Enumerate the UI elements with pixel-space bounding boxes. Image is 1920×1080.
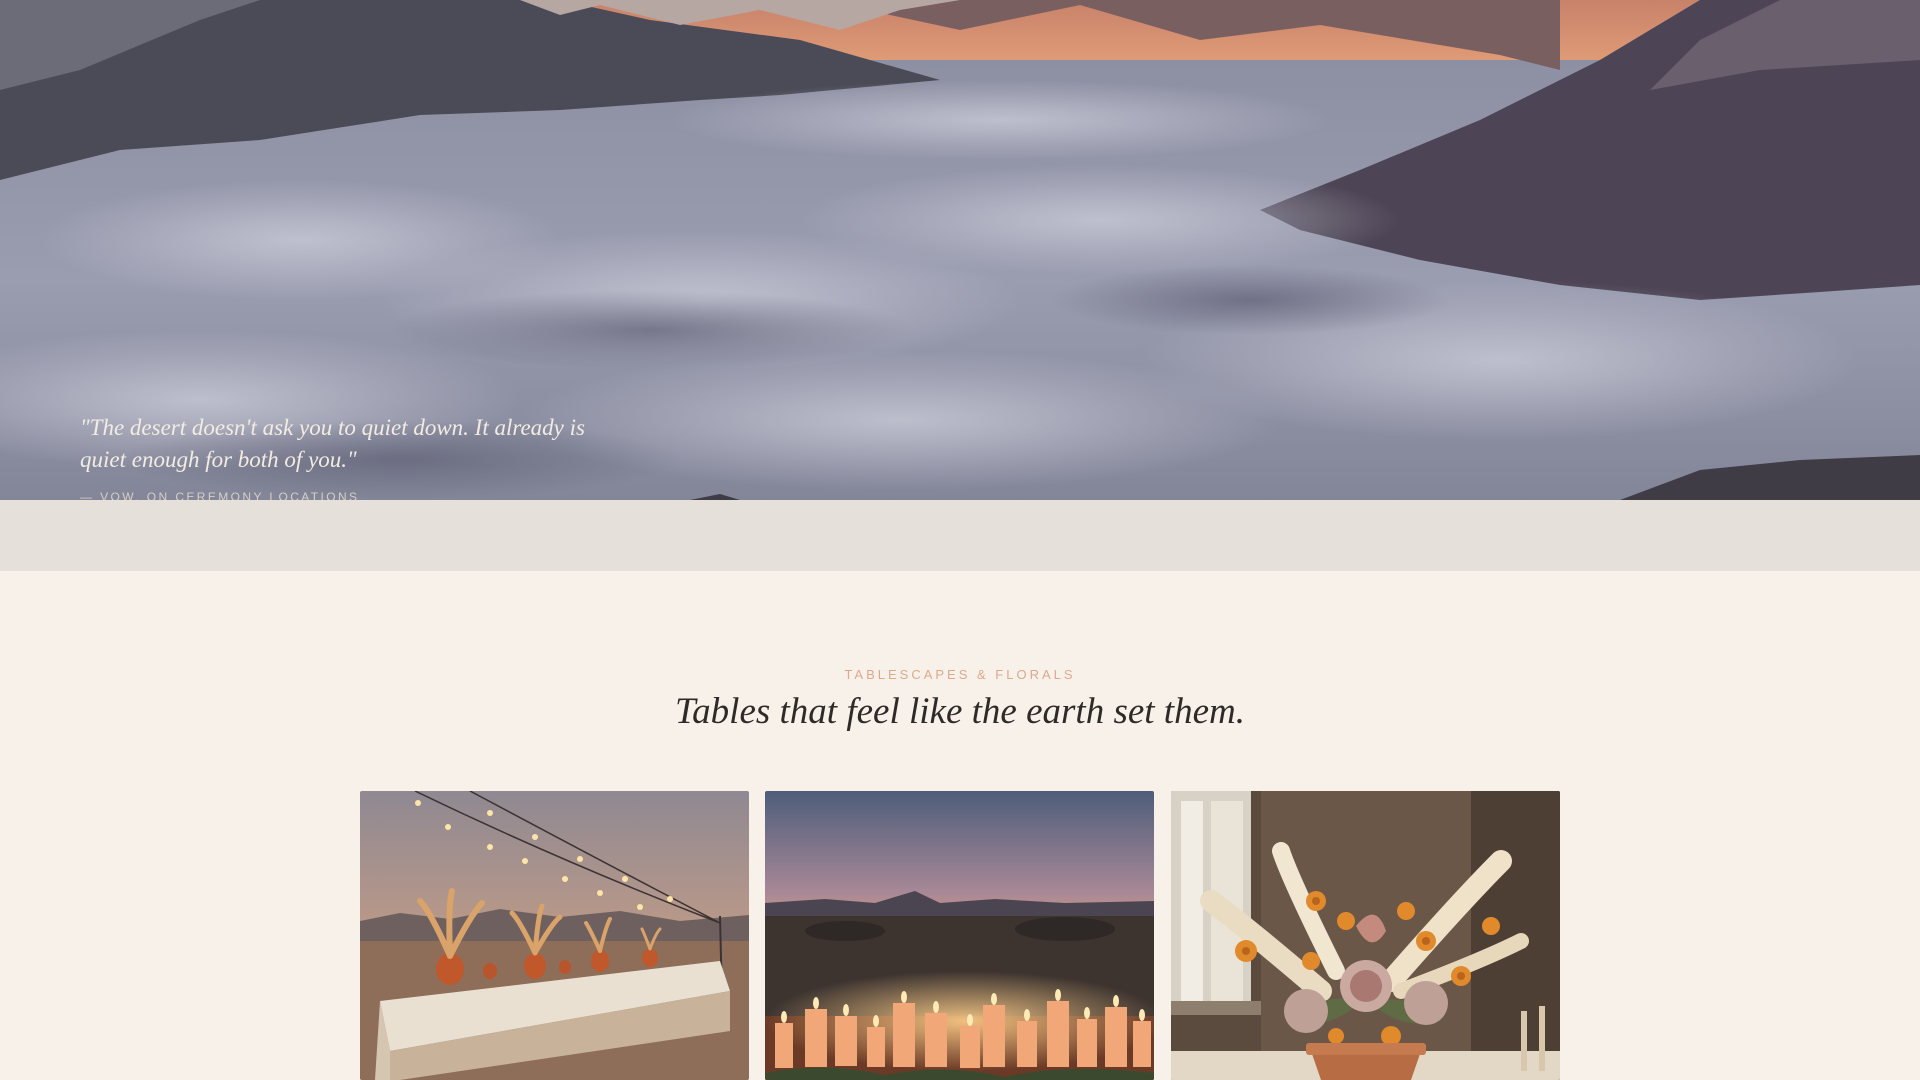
banquet-table-image xyxy=(360,791,749,1080)
gallery-card-bouquet[interactable] xyxy=(1171,791,1560,1080)
tablescape-gallery xyxy=(360,791,1560,1080)
hero-quote: "The desert doesn't ask you to quiet dow… xyxy=(80,415,585,472)
gallery-card-candles[interactable] xyxy=(765,791,1154,1080)
divider-band xyxy=(0,500,1920,571)
candles-image xyxy=(765,791,1154,1080)
section-eyebrow: TABLESCAPES & FLORALS xyxy=(844,667,1076,682)
bouquet-image xyxy=(1171,791,1560,1080)
hero-attribution: — VOW, ON CEREMONY LOCATIONS xyxy=(80,490,360,500)
section-headline: Tables that feel like the earth set them… xyxy=(675,691,1245,732)
gallery-card-banquet[interactable] xyxy=(360,791,749,1080)
hero-section: "The desert doesn't ask you to quiet dow… xyxy=(0,0,1920,500)
